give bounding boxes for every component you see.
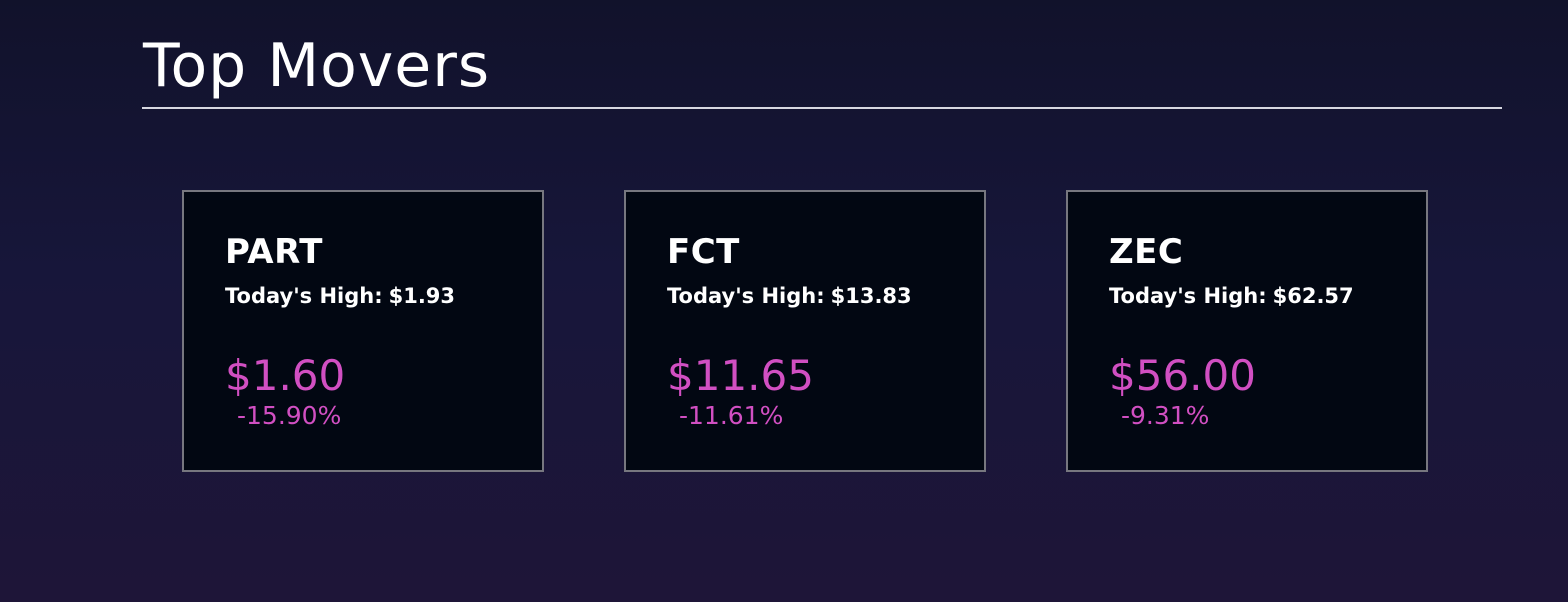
todays-high-value: $1.93 [388, 284, 456, 308]
mover-change-percent: -15.90% [237, 401, 342, 430]
page-title: Top Movers [143, 31, 491, 101]
todays-high: Today's High: $13.83 [667, 283, 912, 309]
top-movers-list: PART Today's High: $1.93 $1.60 -15.90% FC… [182, 190, 1428, 472]
mover-change-percent: -9.31% [1121, 401, 1210, 430]
mover-card-fct[interactable]: FCT Today's High: $13.83 $11.65 -11.61% [624, 190, 986, 472]
mover-card-part[interactable]: PART Today's High: $1.93 $1.60 -15.90% [182, 190, 544, 472]
todays-high-value: $62.57 [1272, 284, 1354, 308]
mover-symbol: FCT [667, 232, 740, 272]
mover-card-zec[interactable]: ZEC Today's High: $62.57 $56.00 -9.31% [1066, 190, 1428, 472]
todays-high: Today's High: $62.57 [1109, 283, 1354, 309]
mover-price: $11.65 [667, 351, 814, 400]
todays-high-label: Today's High: [1109, 284, 1267, 308]
todays-high-value: $13.83 [830, 284, 912, 308]
title-divider [142, 107, 1502, 109]
todays-high-label: Today's High: [225, 284, 383, 308]
todays-high: Today's High: $1.93 [225, 283, 455, 309]
mover-price: $1.60 [225, 351, 346, 400]
mover-symbol: ZEC [1109, 232, 1184, 272]
todays-high-label: Today's High: [667, 284, 825, 308]
mover-price: $56.00 [1109, 351, 1256, 400]
mover-change-percent: -11.61% [679, 401, 784, 430]
mover-symbol: PART [225, 232, 323, 272]
